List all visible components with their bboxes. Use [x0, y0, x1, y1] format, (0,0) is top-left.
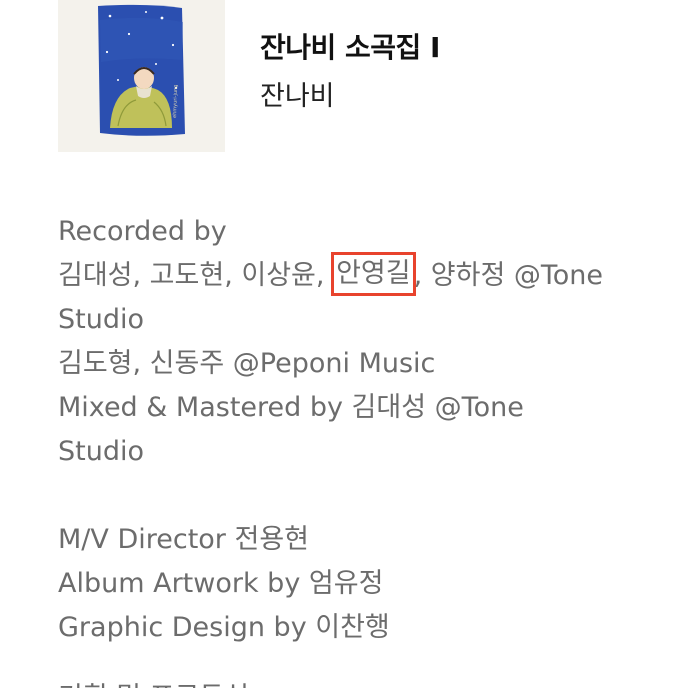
credit-recorded-label: Recorded by: [58, 216, 227, 247]
credit-recorded-studio: Studio: [58, 304, 144, 335]
svg-text:ehmyuri-jung: ehmyuri-jung: [172, 84, 179, 118]
credits-spacer: [58, 474, 658, 518]
album-artwork-illustration: ehmyuri-jung: [58, 0, 225, 152]
highlighted-name-box: 안영길: [331, 252, 416, 296]
credit-recorded-names: 김대성, 고도현, 이상윤, 안영길, 양하정 @Tone: [58, 252, 658, 298]
album-title: 잔나비 소곡집 I: [260, 31, 440, 64]
credit-recorded-second: 김도형, 신동주 @Peponi Music: [58, 348, 436, 379]
credit-mixed-studio: Studio: [58, 436, 144, 467]
album-artist[interactable]: 잔나비: [260, 74, 335, 113]
recorded-names-after: , 양하정 @Tone: [413, 260, 604, 291]
credit-graphic-design: Graphic Design by 이찬행: [58, 612, 390, 643]
recorded-names-before: 김대성, 고도현, 이상윤,: [58, 260, 325, 291]
credit-partial-line: 기획 및 프로듀싱: [58, 676, 249, 688]
credit-mv-director: M/V Director 전용현: [58, 524, 310, 555]
credits-section: Recorded by 김대성, 고도현, 이상윤, 안영길, 양하정 @Ton…: [58, 210, 658, 650]
credit-album-artwork: Album Artwork by 엄유정: [58, 568, 384, 599]
credit-mixed: Mixed & Mastered by 김대성 @Tone: [58, 392, 524, 423]
album-artwork[interactable]: ehmyuri-jung: [58, 0, 225, 152]
